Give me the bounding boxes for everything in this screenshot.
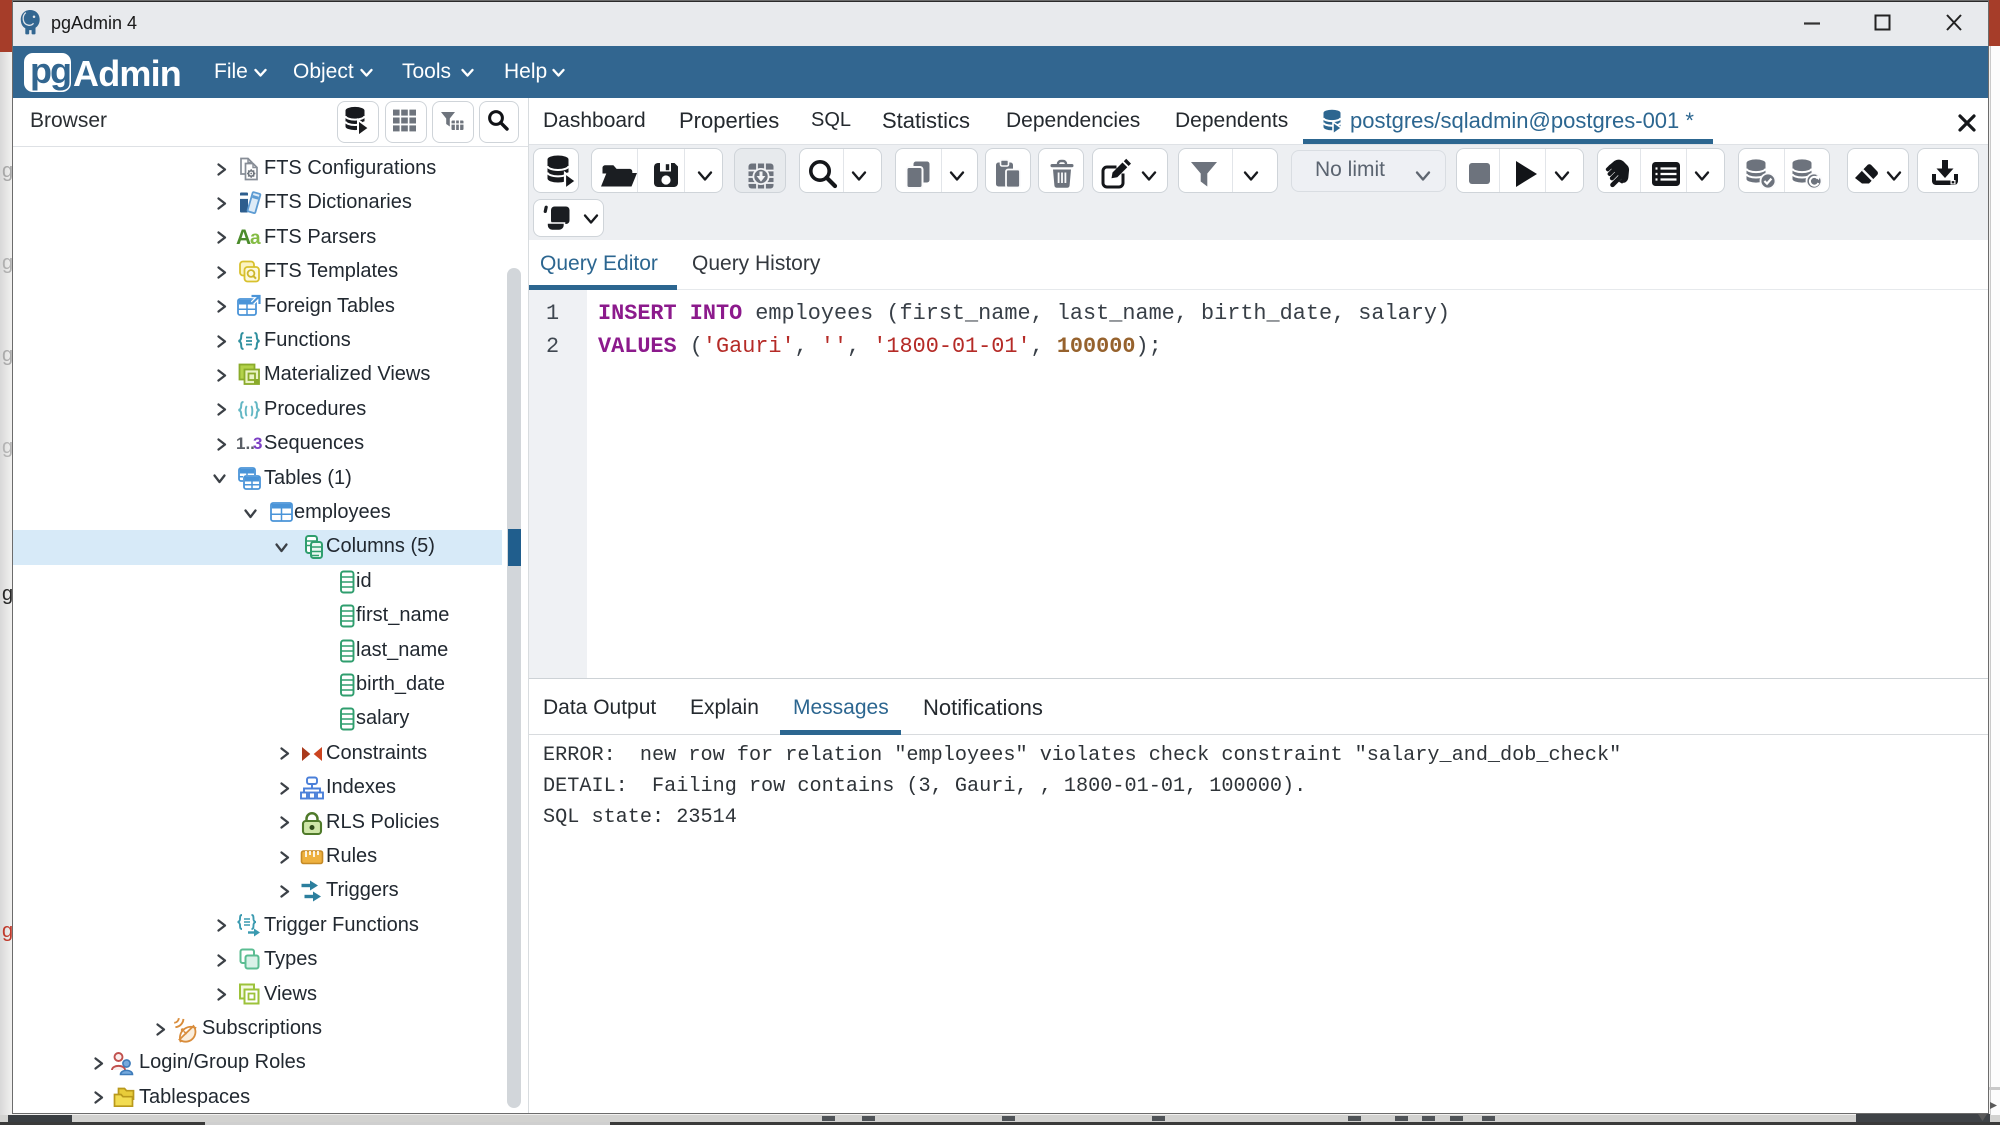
svg-text:A: A	[236, 226, 251, 249]
svg-text:3: 3	[253, 434, 262, 453]
svg-text:a: a	[250, 228, 261, 249]
